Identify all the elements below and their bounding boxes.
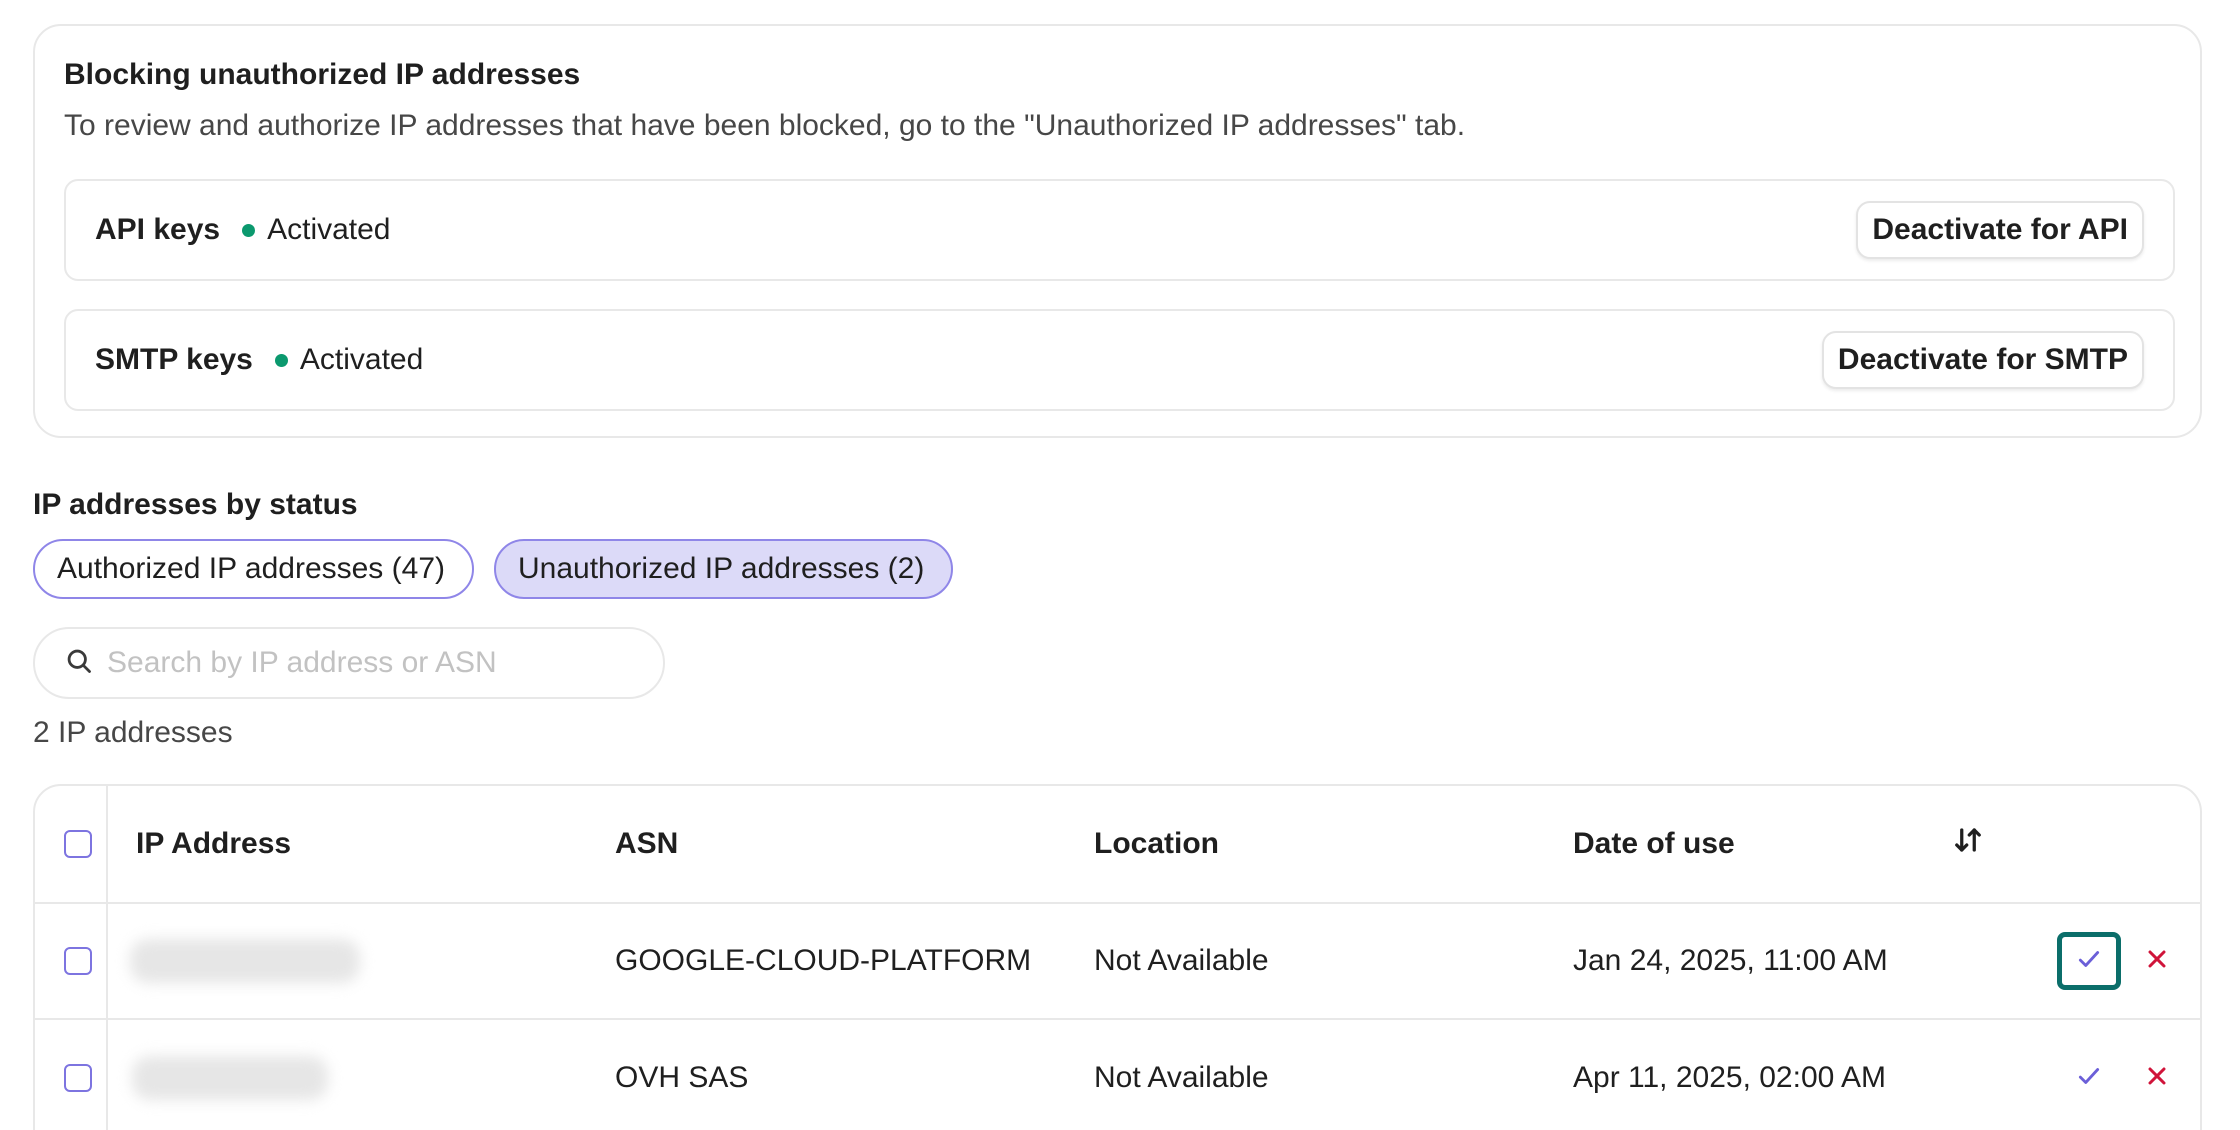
search-box[interactable]	[33, 627, 665, 699]
blocking-title: Blocking unauthorized IP addresses	[64, 58, 581, 91]
date-cell: Apr 11, 2025, 02:00 AM	[1573, 1061, 1886, 1094]
result-count: 2 IP addresses	[33, 716, 233, 749]
column-header-ip[interactable]: IP Address	[136, 827, 291, 861]
checkbox-cell	[35, 1020, 108, 1130]
api-keys-label: API keys	[95, 213, 221, 246]
asn-cell: GOOGLE-CLOUD-PLATFORM	[615, 944, 1032, 977]
blocking-card: Blocking unauthorized IP addresses To re…	[33, 24, 2202, 438]
ip-table: IP Address ASN Location Date of use GOOG…	[33, 784, 2202, 1130]
api-keys-status: Activated	[267, 213, 391, 246]
approve-button[interactable]	[2057, 932, 2121, 990]
search-icon	[65, 647, 93, 680]
status-dot-icon	[242, 223, 256, 237]
location-cell: Not Available	[1094, 944, 1269, 977]
deactivate-api-button[interactable]: Deactivate for API	[1856, 201, 2144, 259]
search-input[interactable]	[107, 646, 627, 680]
blocking-description: To review and authorize IP addresses tha…	[64, 109, 1466, 142]
smtp-keys-status: Activated	[299, 343, 424, 376]
status-heading: IP addresses by status	[33, 488, 358, 521]
table-header: IP Address ASN Location Date of use	[35, 786, 2200, 904]
approve-button[interactable]	[2057, 1049, 2121, 1107]
close-icon	[2145, 947, 2169, 976]
ip-address-redacted	[130, 939, 360, 983]
column-header-asn[interactable]: ASN	[615, 827, 678, 861]
status-dot-icon	[274, 353, 288, 367]
api-keys-row: API keys Activated Deactivate for API	[64, 179, 2175, 281]
reject-button[interactable]	[2137, 941, 2177, 981]
row-checkbox[interactable]	[64, 1064, 92, 1092]
location-cell: Not Available	[1094, 1061, 1269, 1094]
table-row: OVH SAS Not Available Apr 11, 2025, 02:0…	[35, 1020, 2200, 1130]
table-row: GOOGLE-CLOUD-PLATFORM Not Available Jan …	[35, 904, 2200, 1020]
checkbox-cell	[35, 786, 108, 902]
select-all-checkbox[interactable]	[64, 830, 92, 858]
deactivate-smtp-button[interactable]: Deactivate for SMTP	[1821, 331, 2144, 389]
ip-address-redacted	[132, 1056, 328, 1100]
reject-button[interactable]	[2137, 1058, 2177, 1098]
column-header-location[interactable]: Location	[1094, 827, 1219, 861]
checkmark-icon	[2076, 946, 2102, 977]
tab-unauthorized[interactable]: Unauthorized IP addresses (2)	[494, 539, 953, 599]
checkmark-icon	[2076, 1063, 2102, 1094]
close-icon	[2145, 1064, 2169, 1093]
asn-cell: OVH SAS	[615, 1061, 749, 1094]
tab-authorized[interactable]: Authorized IP addresses (47)	[33, 539, 474, 599]
sort-icon[interactable]	[1953, 825, 1983, 863]
row-checkbox[interactable]	[64, 947, 92, 975]
column-header-date[interactable]: Date of use	[1573, 827, 1735, 861]
smtp-keys-row: SMTP keys Activated Deactivate for SMTP	[64, 309, 2175, 411]
checkbox-cell	[35, 904, 108, 1018]
date-cell: Jan 24, 2025, 11:00 AM	[1573, 944, 1888, 977]
smtp-keys-label: SMTP keys	[95, 343, 253, 376]
